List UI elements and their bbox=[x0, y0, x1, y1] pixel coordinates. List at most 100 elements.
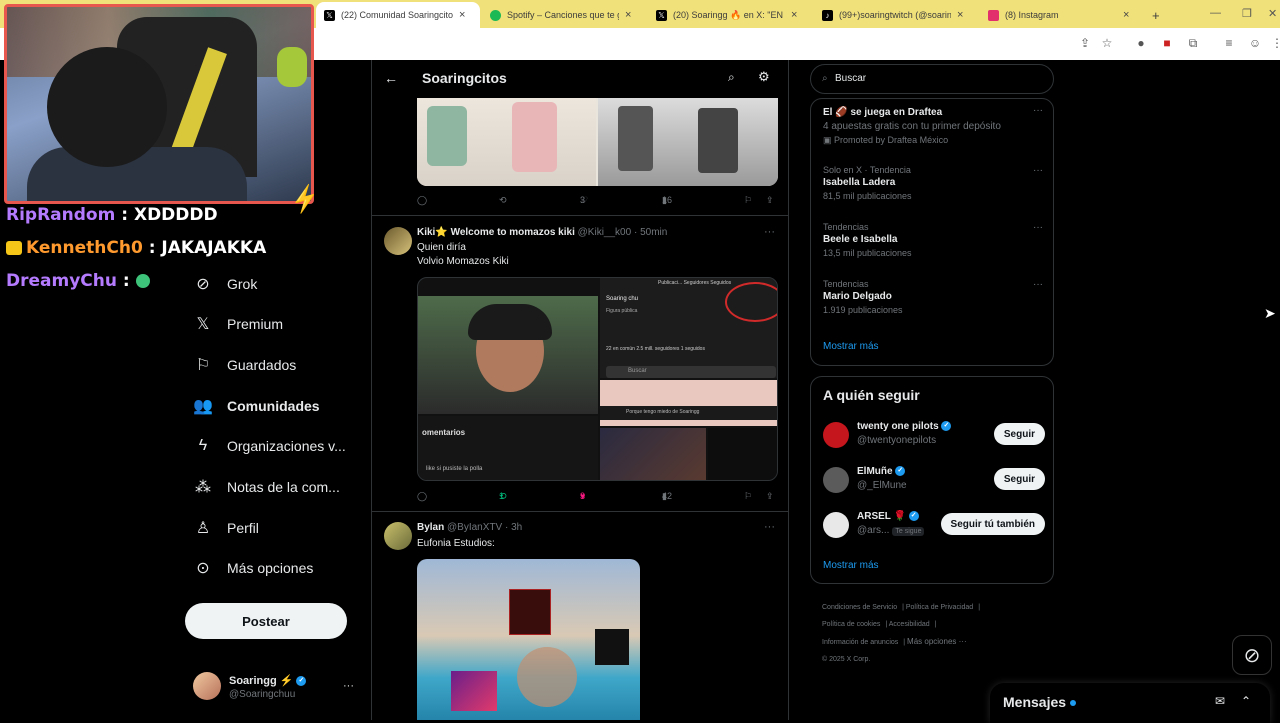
tweet-media[interactable]: omentarios like si pusiste la polla Soar… bbox=[417, 277, 778, 481]
menu-icon[interactable]: ⋮ bbox=[1269, 36, 1280, 52]
trend-subtitle: 4 apuestas gratis con tu primer depósito bbox=[823, 121, 1001, 132]
tab-x-post[interactable]: 𝕏 (20) Soaringg 🔥 en X: "EN STR × bbox=[648, 2, 812, 28]
media-control-icon[interactable]: ≡ bbox=[1221, 36, 1237, 52]
bookmark-star-icon[interactable]: ☆ bbox=[1099, 36, 1115, 52]
tweet-time[interactable]: 50min bbox=[640, 227, 667, 238]
search-icon[interactable]: ⌕ bbox=[728, 70, 735, 85]
close-icon[interactable]: × bbox=[957, 9, 963, 21]
repost-icon[interactable]: ⟲ bbox=[499, 195, 507, 206]
close-icon[interactable]: × bbox=[791, 9, 797, 21]
avatar[interactable] bbox=[384, 227, 412, 255]
more-icon[interactable]: ··· bbox=[1033, 222, 1043, 233]
show-more-trends-link[interactable]: Mostrar más bbox=[823, 341, 879, 352]
reply-icon[interactable]: ◯ bbox=[417, 195, 427, 206]
sidebar-item-grok[interactable]: ⊘ Grok bbox=[193, 274, 257, 294]
tab-instagram[interactable]: (8) Instagram × bbox=[980, 2, 1144, 28]
sidebar-item-notas[interactable]: ⁂ Notas de la com... bbox=[193, 477, 340, 497]
bookmark-icon[interactable]: ⚐ bbox=[744, 195, 752, 206]
puzzle-icon[interactable]: ⧉ bbox=[1185, 36, 1201, 52]
more-circle-icon: ⊙ bbox=[196, 560, 210, 577]
bookmark-icon[interactable]: ⚐ bbox=[744, 491, 752, 502]
tweet-text: Quien diría Volvio Momazos Kiki bbox=[417, 242, 509, 267]
tab-comunidad[interactable]: 𝕏 (22) Comunidad Soaringcitos / × bbox=[316, 2, 480, 28]
trend-item[interactable]: Solo en X · Tendencia Isabella Ladera 81… bbox=[823, 165, 1043, 201]
verified-badge-icon: ✓ bbox=[895, 466, 906, 477]
search-input[interactable]: ⌕ Buscar bbox=[810, 64, 1054, 94]
messages-drawer[interactable]: Mensajes ✉ ⌃ bbox=[990, 683, 1270, 723]
follow-suggestion[interactable]: ElMuñe ✓ @_ElMune Seguir bbox=[823, 464, 1045, 496]
footer-link[interactable]: Condiciones de Servicio bbox=[822, 604, 897, 611]
chat-username: DreamyChu bbox=[6, 271, 117, 291]
trend-context: Tendencias bbox=[823, 279, 869, 289]
extension-icon[interactable]: ■ bbox=[1159, 36, 1175, 52]
footer-link[interactable]: Política de cookies bbox=[822, 621, 880, 628]
new-message-icon[interactable]: ✉ bbox=[1215, 694, 1225, 708]
more-icon[interactable]: ··· bbox=[764, 521, 775, 533]
maximize-icon[interactable]: ❐ bbox=[1242, 7, 1252, 20]
more-icon[interactable]: ··· bbox=[343, 680, 354, 692]
sidebar-item-premium[interactable]: 𝕏 Premium bbox=[193, 314, 283, 334]
more-icon[interactable]: ··· bbox=[1033, 279, 1043, 290]
tweet-media[interactable] bbox=[417, 98, 778, 186]
avatar[interactable] bbox=[384, 522, 412, 550]
tweet-time[interactable]: 3h bbox=[511, 522, 522, 533]
chat-text: XDDDDD bbox=[133, 205, 218, 225]
back-arrow-icon[interactable]: ← bbox=[384, 70, 398, 86]
sidebar-item-organizaciones[interactable]: ϟ Organizaciones v... bbox=[193, 436, 346, 456]
follow-back-button[interactable]: Seguir tú también bbox=[940, 513, 1045, 535]
avatar bbox=[823, 422, 849, 448]
sidebar-item-perfil[interactable]: ♙ Perfil bbox=[193, 518, 259, 538]
show-more-follow-link[interactable]: Mostrar más bbox=[823, 560, 879, 571]
follow-suggestion[interactable]: ARSEL 🌹 ✓ @ars... Te sigue Seguir tú tamb… bbox=[823, 509, 1045, 541]
search-icon: ⌕ bbox=[822, 73, 828, 84]
more-icon[interactable]: ··· bbox=[1033, 105, 1043, 116]
footer-link[interactable]: Accesibilidad bbox=[889, 621, 930, 628]
account-name: twenty one pilots bbox=[857, 421, 939, 432]
sidebar-item-comunidades[interactable]: 👥 Comunidades bbox=[193, 396, 320, 416]
profile-avatar-icon[interactable]: ☺ bbox=[1247, 36, 1263, 52]
follow-button[interactable]: Seguir bbox=[993, 423, 1045, 445]
overlay-tabs: Publicaci... Seguidores Seguidos bbox=[658, 280, 732, 286]
footer-link[interactable]: Política de Privacidad bbox=[906, 604, 973, 611]
tab-label: Spotify – Canciones que te gus bbox=[507, 10, 619, 20]
comment-text: like si pusiste la polla bbox=[426, 466, 483, 472]
tweet-author[interactable]: Bylan bbox=[417, 522, 444, 533]
minimize-icon[interactable]: — bbox=[1210, 7, 1221, 19]
extension-icon[interactable]: ● bbox=[1133, 36, 1149, 52]
reply-icon[interactable]: ◯ bbox=[417, 491, 427, 502]
sidebar-item-mas-opciones[interactable]: ⊙ Más opciones bbox=[193, 558, 313, 578]
tab-tiktok[interactable]: ♪ (99+)soaringtwitch (@soarin × bbox=[814, 2, 978, 28]
footer-link[interactable]: Más opciones ··· bbox=[907, 637, 967, 646]
tweet-media[interactable] bbox=[417, 559, 640, 720]
account-switcher[interactable]: Soaringg ⚡ ✓ @Soaringchuu ··· bbox=[193, 672, 363, 706]
close-icon[interactable]: × bbox=[459, 9, 465, 21]
footer-link[interactable]: Información de anuncios bbox=[822, 639, 898, 646]
more-icon[interactable]: ··· bbox=[1033, 165, 1043, 176]
follow-suggestion[interactable]: twenty one pilots ✓ @twentyonepilots Seg… bbox=[823, 419, 1045, 451]
sidebar-item-guardados[interactable]: ⚐ Guardados bbox=[193, 355, 296, 375]
install-app-icon[interactable]: ⇪ bbox=[1077, 36, 1093, 52]
repost-count: 1 bbox=[499, 491, 505, 501]
close-icon[interactable]: × bbox=[625, 9, 631, 21]
tweet-header: Kiki⭐ Welcome to momazos kiki @Kiki__k00… bbox=[417, 227, 668, 238]
trend-item[interactable]: Tendencias Mario Delgado 1.919 publicaci… bbox=[823, 279, 1043, 315]
tweet-author[interactable]: Kiki⭐ Welcome to momazos kiki bbox=[417, 227, 575, 238]
webcam-overlay bbox=[4, 4, 314, 204]
more-icon[interactable]: ··· bbox=[764, 226, 775, 238]
share-icon[interactable]: ⇪ bbox=[766, 195, 774, 206]
tab-spotify[interactable]: Spotify – Canciones que te gus × bbox=[482, 2, 646, 28]
window-close-icon[interactable]: ✕ bbox=[1268, 7, 1277, 20]
grok-icon[interactable]: ⊘ bbox=[1232, 635, 1272, 675]
expand-icon[interactable]: ⌃ bbox=[1241, 694, 1251, 708]
close-icon[interactable]: × bbox=[1123, 9, 1129, 21]
share-icon[interactable]: ⇪ bbox=[766, 491, 774, 502]
new-tab-button[interactable]: + bbox=[1144, 2, 1168, 28]
person-icon: ♙ bbox=[195, 520, 211, 537]
gear-icon[interactable]: ⚙ bbox=[758, 69, 770, 85]
trend-item[interactable]: El 🏈 se juega en Draftea 4 apuestas grat… bbox=[823, 105, 1043, 146]
drawing-figure bbox=[427, 106, 467, 166]
lightning-icon: ϟ bbox=[198, 437, 208, 454]
trend-item[interactable]: Tendencias Beele e Isabella 13,5 mil pub… bbox=[823, 222, 1043, 258]
post-button[interactable]: Postear bbox=[185, 603, 347, 639]
follow-button[interactable]: Seguir bbox=[993, 468, 1045, 490]
